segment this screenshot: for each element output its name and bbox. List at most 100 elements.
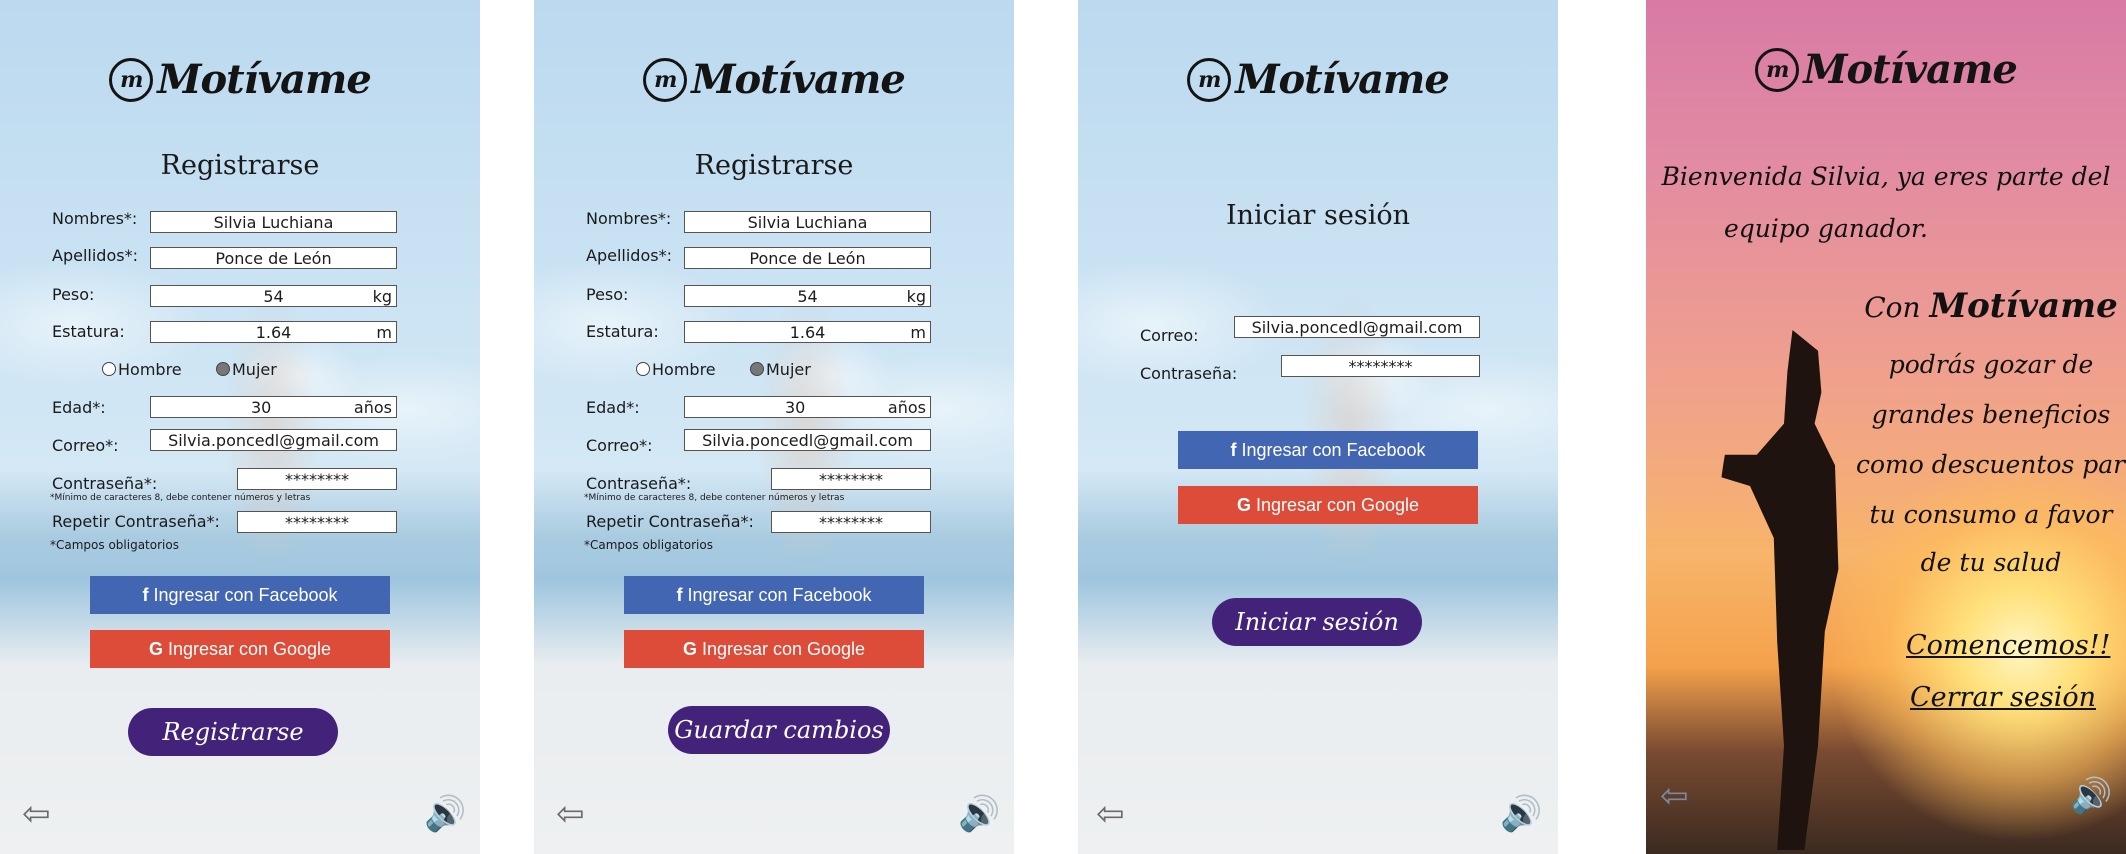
apellidos-field[interactable]: Ponce de León [150, 247, 397, 269]
logo-icon: m [1187, 58, 1232, 102]
contrasena-field[interactable]: ******** [1281, 355, 1480, 377]
required-note: *Campos obligatorios [50, 538, 179, 552]
edad-field[interactable]: 30 años [684, 396, 931, 418]
logout-link[interactable]: Cerrar sesión [1910, 682, 2096, 713]
benefit-line-3: como descuentos para [1856, 450, 2126, 479]
page-title: Registrarse [160, 150, 320, 181]
google-icon: G [1236, 495, 1256, 515]
google-login-button[interactable]: G Ingresar con Google [624, 630, 924, 668]
correo-label: Correo: [1140, 326, 1199, 345]
speaker-icon[interactable]: 🔊 [2070, 776, 2112, 816]
back-arrow-icon[interactable]: ⇦ [1096, 794, 1125, 834]
facebook-icon: f [142, 585, 154, 605]
facebook-login-button[interactable]: f Ingresar con Facebook [90, 576, 390, 614]
estatura-value: 1.64 [789, 323, 826, 342]
logo-icon: m [643, 58, 688, 102]
required-note: *Campos obligatorios [584, 538, 713, 552]
peso-field[interactable]: 54 kg [684, 285, 931, 307]
back-arrow-icon[interactable]: ⇦ [556, 794, 585, 834]
benefit-line-1: podrás gozar de [1888, 350, 2094, 379]
facebook-icon: f [676, 585, 688, 605]
peso-label: Peso: [52, 285, 95, 304]
apellidos-label: Apellidos*: [52, 246, 138, 265]
welcome-screen: m Motívame Bienvenida Silvia, ya eres par… [1646, 0, 2126, 854]
google-login-button[interactable]: G Ingresar con Google [90, 630, 390, 668]
edad-unit: años [353, 398, 392, 417]
peso-unit: kg [906, 287, 926, 306]
edad-value: 30 [785, 398, 806, 417]
page-title: Registrarse [694, 150, 854, 181]
radio-dot [102, 362, 116, 376]
peso-value: 54 [797, 287, 818, 306]
contrasena-label: Contraseña*: [586, 474, 692, 493]
gender-male-radio[interactable]: Hombre [102, 360, 182, 379]
repetir-label: Repetir Contraseña*: [586, 512, 754, 531]
correo-field[interactable]: Silvia.poncedl@gmail.com [1234, 316, 1480, 338]
estatura-unit: m [910, 323, 926, 342]
login-button[interactable]: Iniciar sesión [1212, 598, 1422, 646]
google-icon: G [148, 639, 168, 659]
contrasena-field[interactable]: ******** [237, 468, 397, 490]
peso-value: 54 [263, 287, 284, 306]
repetir-field[interactable]: ******** [237, 511, 397, 533]
apellidos-field[interactable]: Ponce de León [684, 247, 931, 269]
estatura-field[interactable]: 1.64 m [150, 321, 397, 343]
edad-value: 30 [251, 398, 272, 417]
save-changes-button[interactable]: Guardar cambios [668, 706, 890, 754]
apellidos-label: Apellidos*: [586, 246, 672, 265]
benefit-line-4: tu consumo a favor [1869, 500, 2113, 529]
estatura-unit: m [376, 323, 392, 342]
welcome-line-2: equipo ganador. [1723, 214, 1929, 243]
gender-male-radio[interactable]: Hombre [636, 360, 716, 379]
benefit-line-2: grandes beneficios [1871, 400, 2111, 429]
register-screen: m Motívame Registrarse Nombres*: Silvia L… [0, 0, 480, 854]
estatura-field[interactable]: 1.64 m [684, 321, 931, 343]
password-hint: *Mínimo de caracteres 8, debe contener n… [50, 493, 311, 503]
back-arrow-icon[interactable]: ⇦ [1660, 776, 1689, 816]
logo-icon: m [109, 58, 154, 102]
app-logo: m Motívame [534, 56, 1014, 103]
google-login-button[interactable]: G Ingresar con Google [1178, 486, 1478, 524]
correo-label: Correo*: [52, 436, 119, 455]
speaker-icon[interactable]: 🔊 [958, 794, 1000, 834]
contrasena-label: Contraseña: [1140, 364, 1238, 383]
speaker-icon[interactable]: 🔊 [424, 794, 466, 834]
brand-name: Motívame [1929, 286, 2118, 326]
gender-female-radio[interactable]: Mujer [750, 360, 811, 379]
repetir-label: Repetir Contraseña*: [52, 512, 220, 531]
login-screen: m Motívame Iniciar sesión Correo: Silvia.… [1078, 0, 1558, 854]
radio-dot [636, 362, 650, 376]
register-button[interactable]: Registrarse [128, 708, 338, 756]
edad-label: Edad*: [52, 398, 106, 417]
radio-dot-selected [750, 362, 764, 376]
app-logo: m Motívame [1078, 56, 1558, 103]
password-hint: *Mínimo de caracteres 8, debe contener n… [584, 493, 845, 503]
speaker-icon[interactable]: 🔊 [1500, 794, 1542, 834]
correo-field[interactable]: Silvia.poncedl@gmail.com [150, 429, 397, 451]
gender-female-radio[interactable]: Mujer [216, 360, 277, 379]
radio-dot-selected [216, 362, 230, 376]
nombres-field[interactable]: Silvia Luchiana [150, 211, 397, 233]
start-link[interactable]: Comencemos!! [1906, 630, 2110, 661]
repetir-field[interactable]: ******** [771, 511, 931, 533]
peso-field[interactable]: 54 kg [150, 285, 397, 307]
nombres-label: Nombres*: [52, 209, 138, 228]
page-title: Iniciar sesión [1225, 200, 1410, 231]
contrasena-field[interactable]: ******** [771, 468, 931, 490]
con-brand-line: Con Motívame [1864, 286, 2118, 326]
edad-unit: años [887, 398, 926, 417]
estatura-label: Estatura: [586, 322, 659, 341]
peso-unit: kg [372, 287, 392, 306]
facebook-icon: f [1230, 440, 1242, 460]
nombres-label: Nombres*: [586, 209, 672, 228]
peso-label: Peso: [586, 285, 629, 304]
logo-icon: m [1755, 48, 1800, 92]
app-logo: m Motívame [0, 56, 480, 103]
edit-profile-screen: m Motívame Registrarse Nombres*: Silvia L… [534, 0, 1014, 854]
correo-field[interactable]: Silvia.poncedl@gmail.com [684, 429, 931, 451]
nombres-field[interactable]: Silvia Luchiana [684, 211, 931, 233]
back-arrow-icon[interactable]: ⇦ [22, 794, 51, 834]
facebook-login-button[interactable]: f Ingresar con Facebook [1178, 431, 1478, 469]
facebook-login-button[interactable]: f Ingresar con Facebook [624, 576, 924, 614]
edad-field[interactable]: 30 años [150, 396, 397, 418]
